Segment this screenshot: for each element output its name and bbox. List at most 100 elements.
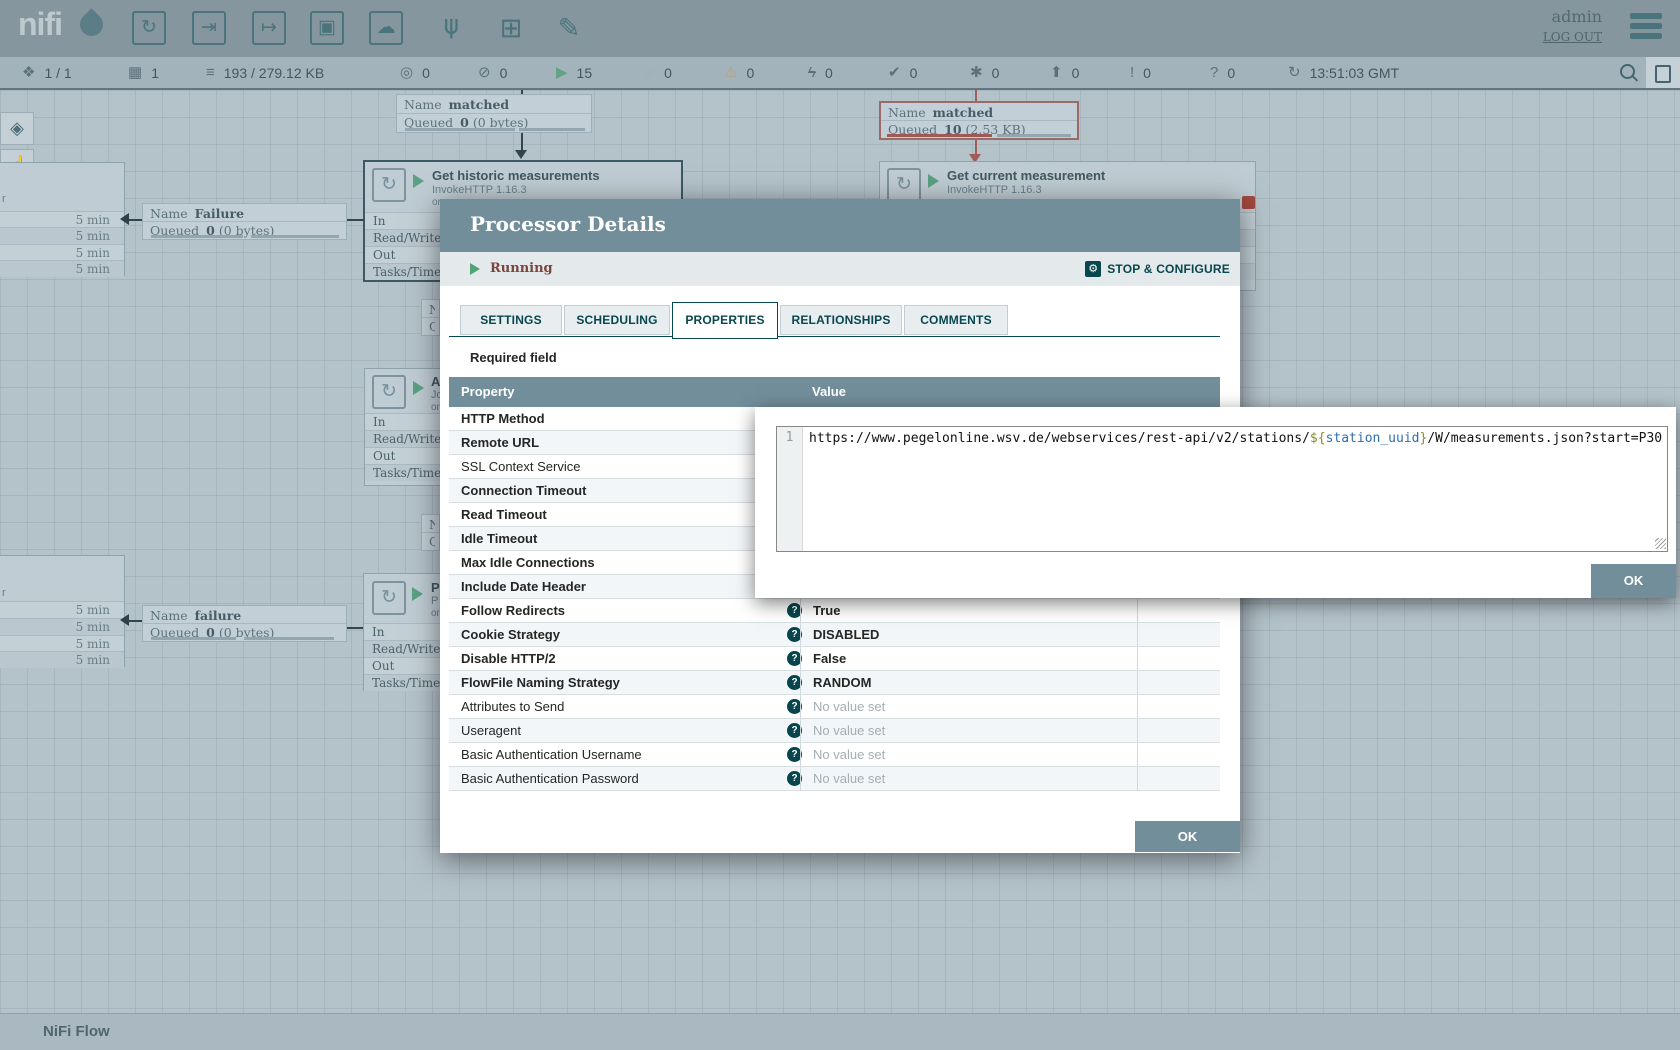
output-port-icon[interactable]: ↦ xyxy=(252,11,286,45)
resize-handle-icon[interactable] xyxy=(1655,538,1666,549)
stop-and-configure-button[interactable]: ⚙ STOP & CONFIGURE xyxy=(1085,261,1230,277)
editor-ok-button[interactable]: OK xyxy=(1591,564,1676,598)
connection-line xyxy=(345,627,364,629)
status-not-transmitting: ⊘0 xyxy=(478,62,507,84)
status-value: 0 xyxy=(746,65,754,81)
editor-code-line[interactable]: https://www.pegelonline.wsv.de/webservic… xyxy=(809,431,1663,446)
connection-arrow-icon xyxy=(120,614,129,626)
value-cell[interactable]: No value set xyxy=(800,743,1137,766)
status-connected-nodes: ❖ 1 / 1 xyxy=(22,62,72,84)
dialog-ok-button[interactable]: OK xyxy=(1135,821,1240,852)
status-value: 0 xyxy=(825,65,833,81)
processor-icon[interactable]: ↻ xyxy=(132,11,166,45)
flow-status-bar: ❖1 / 1 ▦1 ≡193 / 279.12 KB ◎0 ⊘0 ▶15 ■0 … xyxy=(0,57,1680,90)
clipped-text-fragment: Qu xyxy=(429,534,435,549)
funnel-icon[interactable]: ⋔ xyxy=(434,11,468,45)
invalid-icon: ⚠ xyxy=(724,62,737,84)
funnel-glyph: ⋔ xyxy=(440,11,463,45)
processor-title-fragment: P xyxy=(431,580,440,595)
status-running: ▶15 xyxy=(556,62,592,84)
logout-link[interactable]: LOG OUT xyxy=(1543,30,1602,44)
breadcrumb[interactable]: NiFi Flow xyxy=(43,1023,110,1040)
label-name-value: Failure xyxy=(195,206,244,221)
value-cell[interactable]: True xyxy=(800,599,1137,622)
tab-comments[interactable]: COMMENTS xyxy=(904,305,1008,335)
value-cell[interactable]: False xyxy=(800,647,1137,670)
property-row-basic-auth-password[interactable]: Basic Authentication Password?No value s… xyxy=(449,767,1220,791)
stat-row-readwrite: 5 min xyxy=(0,618,124,635)
property-row-basic-auth-username[interactable]: Basic Authentication Username?No value s… xyxy=(449,743,1220,767)
input-port-icon[interactable]: ⇥ xyxy=(192,11,226,45)
divider xyxy=(422,317,439,318)
value-editor-textarea[interactable]: 1 https://www.pegelonline.wsv.de/webserv… xyxy=(776,426,1668,552)
stat-row-in: 5 min xyxy=(0,601,124,618)
birdseye-toggle-button[interactable] xyxy=(1646,57,1680,88)
connection-label-matched-historic[interactable]: Namematched Queued0 (0 bytes) xyxy=(396,94,592,133)
spacer-cell xyxy=(1137,671,1220,694)
stat-row-readwrite: 5 min xyxy=(0,227,124,244)
clipped-text-fragment: Na xyxy=(429,302,435,317)
template-icon[interactable]: ⊞ xyxy=(494,11,528,45)
global-menu-icon[interactable] xyxy=(1630,13,1662,43)
status-stale: ⬆0 xyxy=(1050,62,1079,84)
transmitting-icon: ◎ xyxy=(400,62,413,84)
processor-left-partial-top[interactable]: 5 min 5 min 5 min 5 min xyxy=(0,162,125,276)
value-cell[interactable]: No value set xyxy=(800,767,1137,790)
connection-label-failure-bottom[interactable]: Namefailure Queued0 (0 bytes) xyxy=(142,605,347,642)
value-cell[interactable]: DISABLED xyxy=(800,623,1137,646)
processor-type: InvokeHTTP 1.16.3 xyxy=(947,184,1042,196)
property-row-flowfile-naming-strategy[interactable]: FlowFile Naming Strategy?RANDOM xyxy=(449,671,1220,695)
status-value: 193 / 279.12 KB xyxy=(224,65,324,81)
tab-relationships[interactable]: RELATIONSHIPS xyxy=(780,305,902,335)
connection-label-matched-current[interactable]: Namematched Queued10 (2.53 KB) xyxy=(879,101,1079,140)
status-value: 1 / 1 xyxy=(44,65,71,81)
divider xyxy=(881,120,1077,121)
value-cell[interactable]: No value set xyxy=(800,719,1137,742)
status-up-to-date: ✔0 xyxy=(888,62,917,84)
status-refresh[interactable]: ↻ 13:51:03 GMT xyxy=(1288,62,1399,84)
nifi-logo: nifi xyxy=(18,6,62,43)
value-cell[interactable]: No value set xyxy=(800,695,1137,718)
dialog-status-row: Running ⚙ STOP & CONFIGURE xyxy=(440,252,1240,286)
last-refresh-time: 13:51:03 GMT xyxy=(1310,65,1400,81)
run-status-icon xyxy=(928,174,939,188)
property-row-follow-redirects[interactable]: Follow Redirects?True xyxy=(449,599,1220,623)
label-name-key: Name xyxy=(404,97,442,112)
menu-bar xyxy=(1630,23,1662,29)
navigate-palette-button[interactable]: ◈ xyxy=(0,112,34,145)
status-disabled: ϟ0 xyxy=(808,62,833,84)
processor-title: Get historic measurements xyxy=(432,168,600,183)
tab-properties[interactable]: PROPERTIES xyxy=(672,302,778,339)
queue-size-bar xyxy=(244,637,334,640)
label-icon[interactable]: ✎ xyxy=(552,11,586,45)
tab-settings[interactable]: SETTINGS xyxy=(460,305,562,335)
property-row-attributes-to-send[interactable]: Attributes to Send?No value set xyxy=(449,695,1220,719)
status-value: 0 xyxy=(500,65,508,81)
value-editor-popup: 1 https://www.pegelonline.wsv.de/webserv… xyxy=(755,407,1676,598)
remote-process-group-icon[interactable]: ☁ xyxy=(369,11,403,45)
asterisk-icon: ✱ xyxy=(970,62,983,84)
queue-percent-bar xyxy=(151,637,236,640)
status-locally-modified: ✱0 xyxy=(970,62,999,84)
compass-icon: ◈ xyxy=(10,118,24,138)
status-queued: ≡193 / 279.12 KB xyxy=(206,62,324,84)
connection-label-clipped[interactable]: Na Qu xyxy=(421,514,440,551)
tab-scheduling[interactable]: SCHEDULING xyxy=(564,305,670,335)
property-row-useragent[interactable]: Useragent?No value set xyxy=(449,719,1220,743)
bulletin-indicator-icon[interactable] xyxy=(1242,196,1255,209)
connection-label-clipped[interactable]: Na Qu xyxy=(421,299,440,336)
stat-row-tasks: 5 min xyxy=(0,260,124,277)
process-group-icon[interactable]: ▣ xyxy=(310,11,344,45)
dialog-header: Processor Details xyxy=(440,199,1240,252)
value-cell[interactable]: RANDOM xyxy=(800,671,1137,694)
property-row-disable-http2[interactable]: Disable HTTP/2?False xyxy=(449,647,1220,671)
connection-label-failure-top[interactable]: NameFailure Queued0 (0 bytes) xyxy=(142,203,347,240)
property-row-cookie-strategy[interactable]: Cookie Strategy?DISABLED xyxy=(449,623,1220,647)
spacer-cell xyxy=(1137,719,1220,742)
refresh-icon[interactable]: ↻ xyxy=(1288,62,1301,84)
question-icon: ? xyxy=(1210,62,1218,84)
processor-left-partial-bottom[interactable]: 5 min 5 min 5 min 5 min xyxy=(0,555,125,667)
cluster-icon: ❖ xyxy=(22,62,35,84)
column-property: Property xyxy=(461,384,514,399)
search-icon[interactable] xyxy=(1620,64,1635,79)
